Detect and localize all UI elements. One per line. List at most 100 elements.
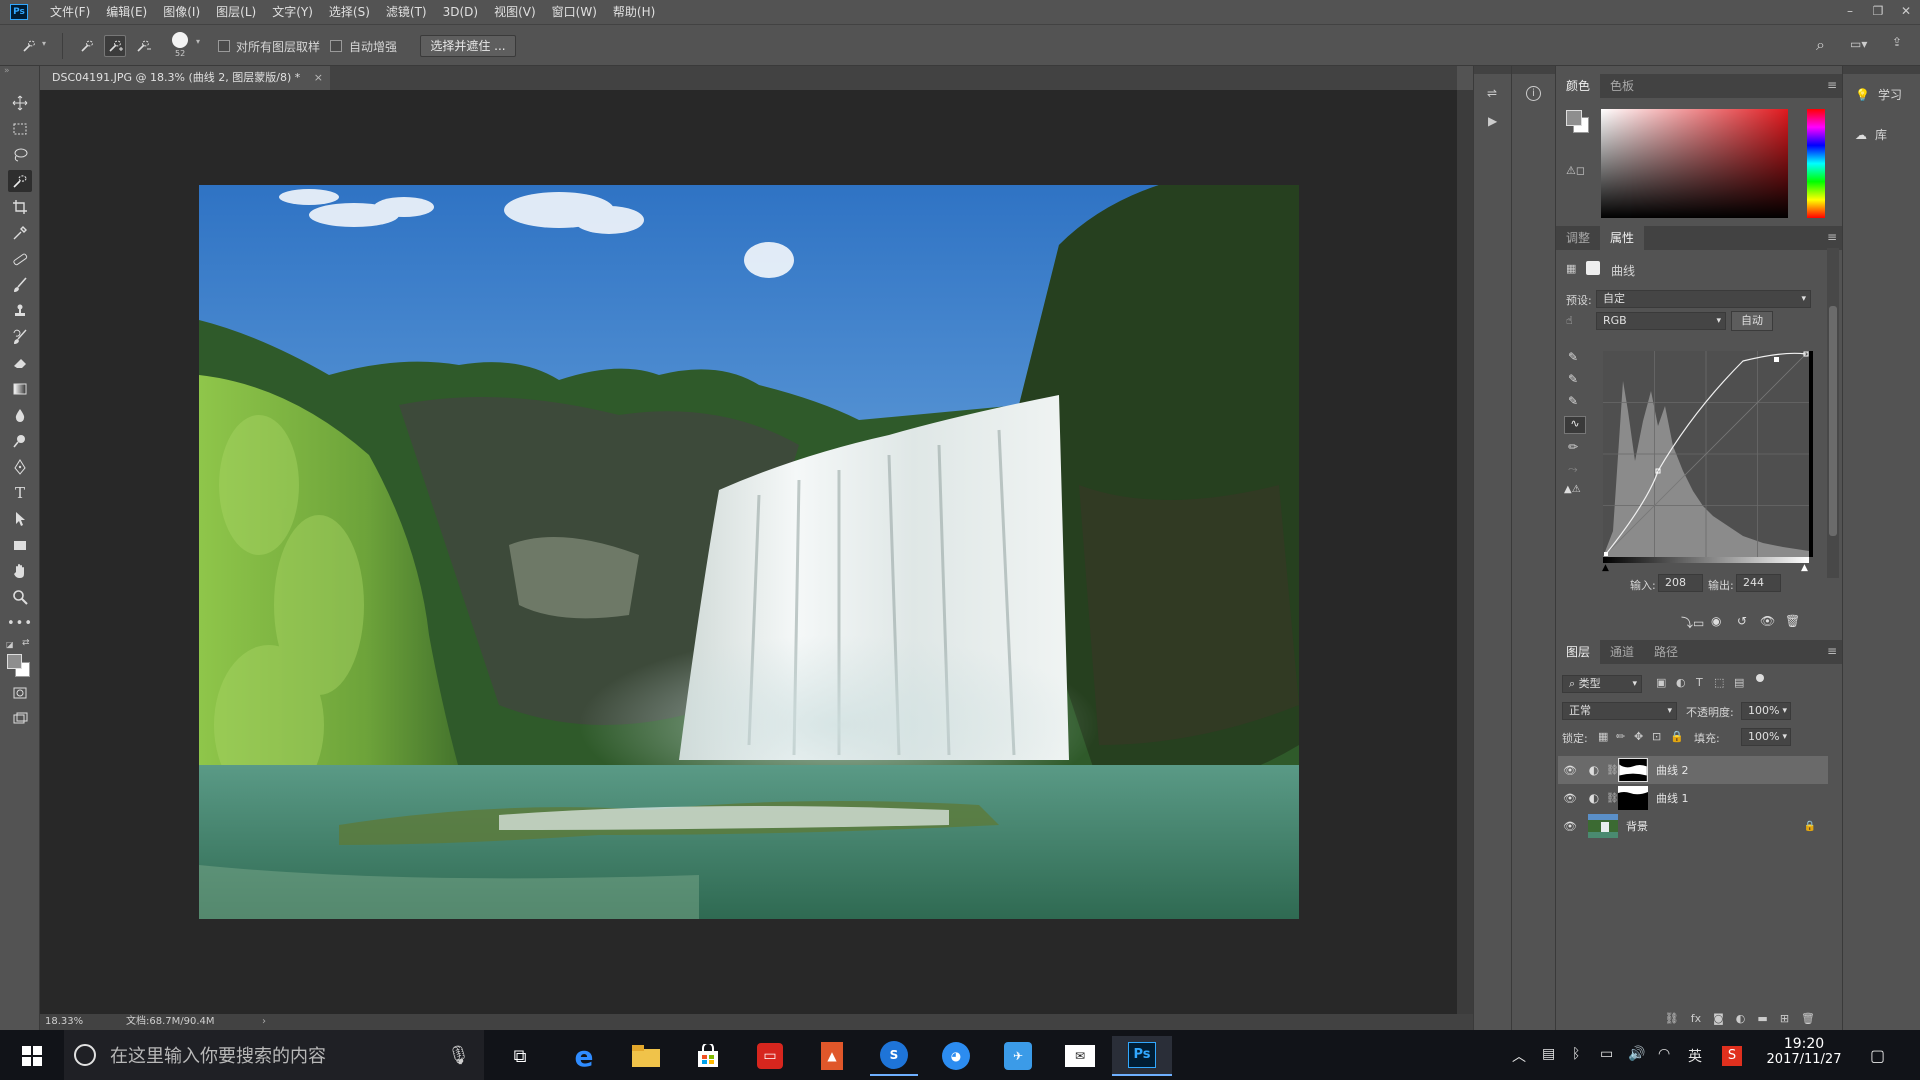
clock[interactable]: 19:20 2017/11/27 [1754,1036,1854,1067]
eyedropper-tool[interactable] [8,222,32,244]
select-and-mask-button[interactable]: 选择并遮住 ... [420,35,516,57]
view-previous-icon[interactable]: ◉ [1711,614,1721,628]
path-selection-tool[interactable] [8,508,32,530]
fx-icon[interactable]: fx [1691,1012,1701,1025]
play-icon[interactable]: ▶ [1488,114,1497,128]
sogou-ime-icon[interactable]: S [1722,1046,1742,1066]
output-value-field[interactable]: 244 [1736,574,1781,592]
task-view-button[interactable]: ⧉ [496,1036,544,1076]
new-group-icon[interactable]: ▬ [1757,1012,1767,1025]
filter-type-icon[interactable]: T [1696,676,1703,689]
brush-tool[interactable] [8,274,32,296]
layer-mask-thumbnail[interactable] [1618,786,1648,810]
properties-scroll-thumb[interactable] [1829,306,1837,536]
messenger-button[interactable]: ✈ [994,1036,1042,1076]
link-icon[interactable]: ⛓ [1606,793,1619,804]
opacity-field[interactable]: 100% ▾ [1741,702,1791,720]
input-value-field[interactable]: 208 [1658,574,1703,592]
subtract-selection-button[interactable] [132,35,154,57]
filter-toggle-icon[interactable] [1756,674,1764,682]
tab-swatches[interactable]: 色板 [1600,74,1644,98]
file-explorer-button[interactable] [622,1036,670,1076]
tab-channels[interactable]: 通道 [1600,640,1644,664]
filter-adjustment-icon[interactable]: ◐ [1676,676,1686,689]
close-icon[interactable]: ✕ [1892,0,1920,24]
zoom-tool[interactable] [8,586,32,608]
lock-position-icon[interactable]: ✥ [1634,730,1643,743]
healing-brush-tool[interactable] [8,248,32,270]
learn-button[interactable]: 💡 学习 [1855,86,1902,103]
sogou-browser-button[interactable]: S [870,1036,918,1076]
pen-tool[interactable] [8,456,32,478]
white-point-eyedropper-icon[interactable]: ✎ [1568,394,1578,408]
eye-icon[interactable]: 👁 [1558,764,1582,777]
panel-menu-icon[interactable]: ≡ [1827,644,1837,658]
tab-properties[interactable]: 属性 [1600,226,1645,250]
zoom-level[interactable]: 18.33% [45,1014,83,1030]
canvas-image[interactable] [199,185,1299,919]
target-adjust-icon[interactable]: ☝ [1566,314,1573,327]
tool-preset-picker[interactable] [18,35,40,57]
color-panel-foreground[interactable] [1566,110,1582,126]
layer-row[interactable]: 👁 ◐ ⛓ 曲线 2 [1558,756,1828,784]
gray-point-eyedropper-icon[interactable]: ✎ [1568,372,1578,386]
history-icon[interactable]: ⇌ [1487,86,1497,100]
layer-thumbnail[interactable] [1588,814,1618,838]
panel-menu-icon[interactable]: ≡ [1827,230,1837,244]
trash-icon[interactable]: 🗑 [1785,614,1800,628]
gradient-tool[interactable] [8,378,32,400]
link-layers-icon[interactable]: ⛓ [1665,1012,1679,1025]
layer-row[interactable]: 👁 ◐ ⛓ 曲线 1 [1558,784,1828,812]
menu-filter[interactable]: 滤镜(T) [378,0,435,24]
quick-mask-button[interactable] [8,682,32,704]
pencil-icon[interactable]: ✏ [1568,440,1578,454]
reader-app-button[interactable]: ▭ [746,1036,794,1076]
menu-window[interactable]: 窗口(W) [544,0,605,24]
swap-colors-icon[interactable]: ⇄ [22,638,30,648]
notification-icon[interactable]: ▢ [1870,1046,1885,1065]
tab-adjustments[interactable]: 调整 [1556,226,1600,250]
quick-selection-tool[interactable] [8,170,32,192]
chevron-down-icon[interactable]: ▾ [196,37,200,46]
lock-pixels-icon[interactable]: ✏ [1616,730,1625,743]
tab-layers[interactable]: 图层 [1556,640,1601,664]
lock-all-icon[interactable]: 🔒 [1670,730,1684,743]
reset-icon[interactable]: ↺ [1737,614,1747,628]
fill-field[interactable]: 100% ▾ [1741,728,1791,746]
start-button[interactable] [8,1036,56,1076]
channel-select[interactable]: RGB ▾ [1596,312,1726,330]
curve-point-icon[interactable]: ∿ [1564,416,1586,434]
filter-smart-object-icon[interactable]: ▤ [1734,676,1744,689]
mask-icon[interactable] [1586,261,1600,275]
panel-menu-icon[interactable]: ≡ [1827,78,1837,92]
photoshop-taskbar-button[interactable]: Ps [1112,1036,1172,1076]
layer-filter-select[interactable]: ⌕ 类型 ▾ [1562,675,1642,693]
visibility-icon[interactable]: 👁 [1760,614,1775,628]
collapse-icon[interactable]: » [4,66,10,76]
add-to-selection-button[interactable] [104,35,126,57]
eraser-tool[interactable] [8,352,32,374]
black-point-eyedropper-icon[interactable]: ✎ [1568,350,1578,364]
tab-paths[interactable]: 路径 [1644,640,1688,664]
network-drive-icon[interactable]: ▤ [1542,1046,1555,1062]
auto-enhance-checkbox[interactable] [330,40,342,52]
restore-icon[interactable]: ❐ [1864,0,1892,24]
share-icon[interactable]: ⇪ [1892,35,1902,49]
sample-all-layers-checkbox[interactable] [218,40,230,52]
screen-mode-button[interactable] [8,708,32,730]
move-tool[interactable] [8,92,32,114]
lock-transparent-icon[interactable]: ▦ [1598,730,1608,743]
vertical-scrollbar[interactable] [1457,90,1473,1014]
lasso-tool[interactable] [8,144,32,166]
filter-shape-icon[interactable]: ⬚ [1714,676,1724,689]
default-colors-icon[interactable]: ◪ [6,640,14,649]
clipping-warning-icon[interactable]: ▲⚠ [1564,484,1581,495]
crop-tool[interactable] [8,196,32,218]
taskbar-search[interactable]: 在这里输入你要搜索的内容 🎙 [64,1030,484,1080]
layer-name[interactable]: 曲线 2 [1656,762,1689,778]
minimize-icon[interactable]: – [1836,0,1864,24]
new-selection-button[interactable] [76,35,98,57]
eye-icon[interactable]: 👁 [1558,792,1582,805]
wifi-icon[interactable]: ◠ [1658,1046,1670,1062]
menu-3d[interactable]: 3D(D) [435,0,486,24]
